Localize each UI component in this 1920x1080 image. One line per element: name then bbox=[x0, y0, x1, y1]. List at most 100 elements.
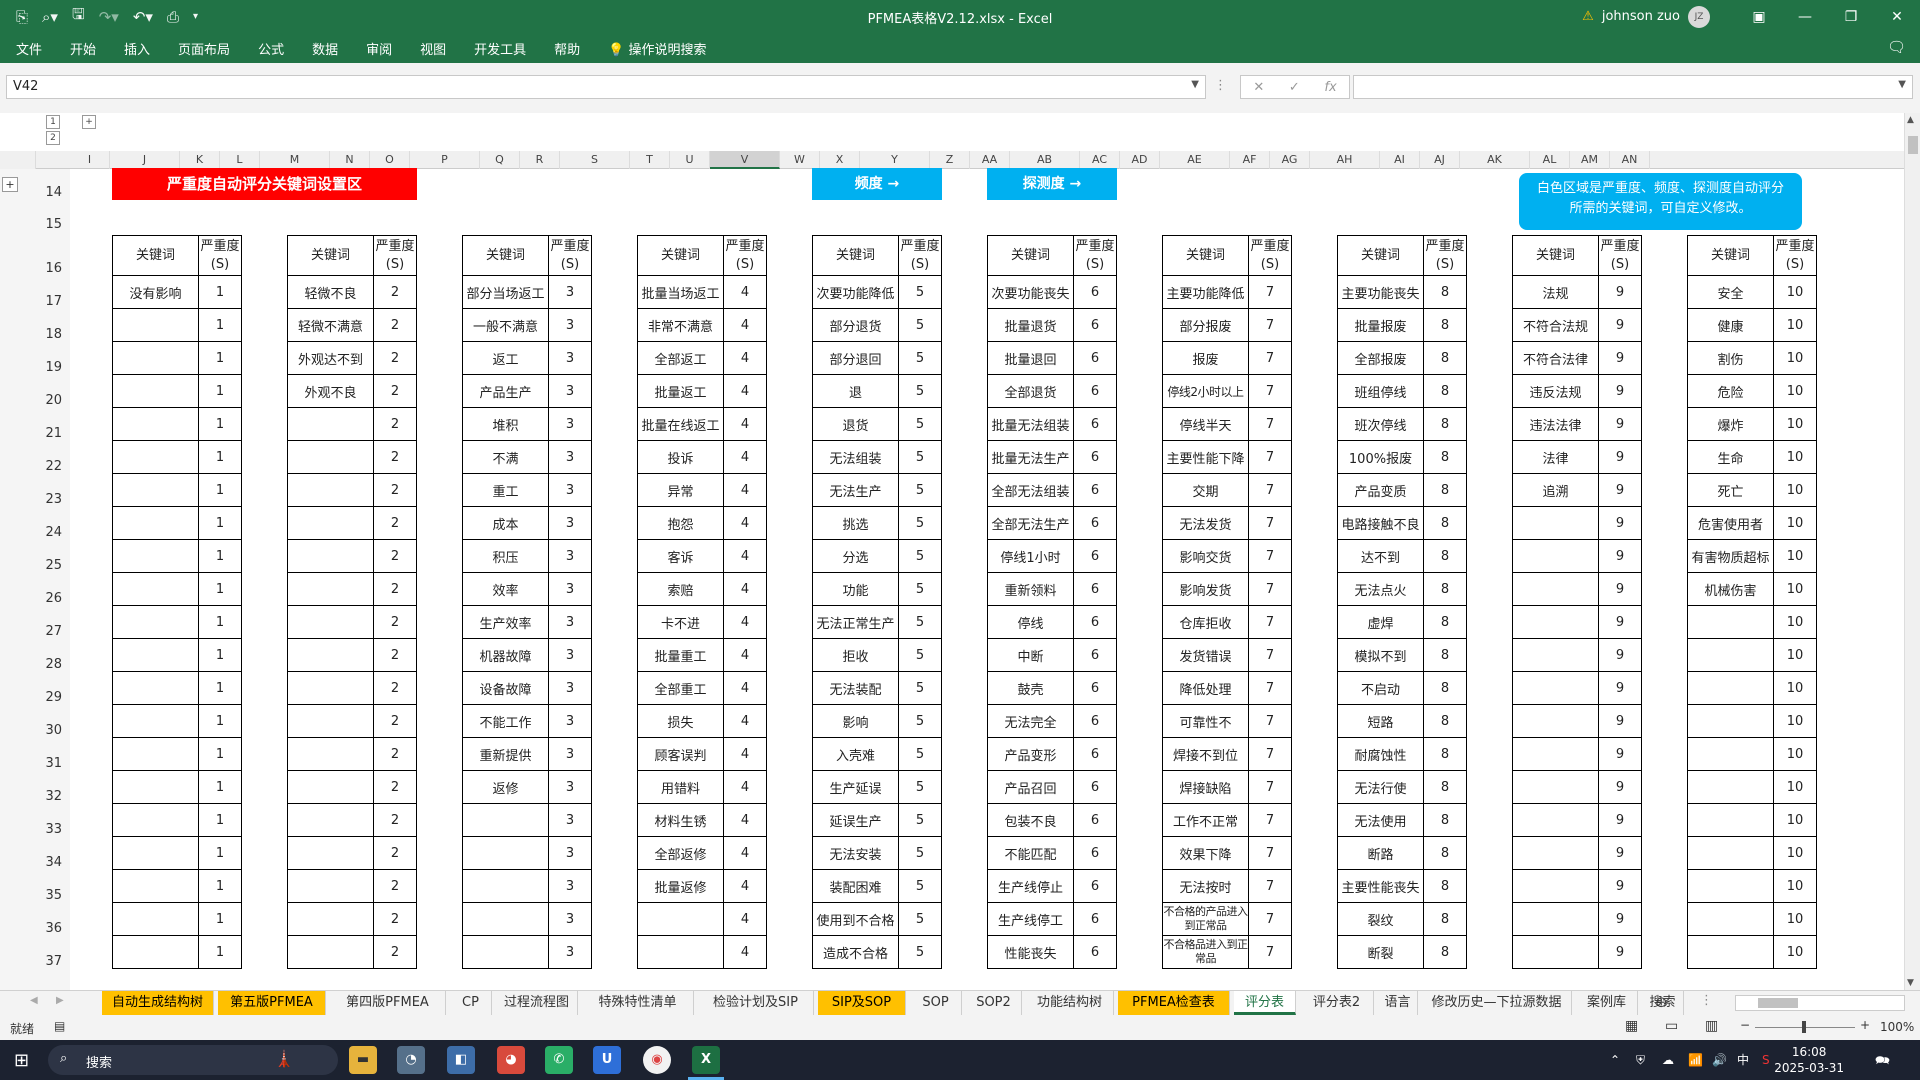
chrome-icon[interactable]: ◉ bbox=[643, 1046, 671, 1074]
keyword-cell[interactable]: 死亡 bbox=[1687, 473, 1774, 507]
severity-cell[interactable]: 6 bbox=[1073, 803, 1117, 837]
keyword-cell[interactable] bbox=[1512, 638, 1599, 672]
keyword-cell[interactable] bbox=[287, 605, 374, 639]
file-explorer-icon[interactable]: ▬ bbox=[349, 1046, 377, 1074]
keyword-cell[interactable] bbox=[112, 440, 199, 474]
column-header[interactable]: I bbox=[70, 151, 110, 169]
keyword-cell[interactable] bbox=[287, 836, 374, 870]
sheet-tab[interactable]: 评分表2 bbox=[1300, 991, 1374, 1015]
severity-cell[interactable]: 2 bbox=[373, 770, 417, 804]
severity-cell[interactable]: 3 bbox=[548, 803, 592, 837]
column-header[interactable]: J bbox=[110, 151, 180, 169]
keyword-cell[interactable]: 停线1小时 bbox=[987, 539, 1074, 573]
column-header[interactable]: N bbox=[330, 151, 370, 169]
severity-cell[interactable]: 8 bbox=[1423, 869, 1467, 903]
row-header[interactable]: 23 bbox=[24, 492, 70, 507]
keyword-cell[interactable]: 包装不良 bbox=[987, 803, 1074, 837]
severity-cell[interactable]: 1 bbox=[198, 440, 242, 474]
severity-cell[interactable]: 1 bbox=[198, 275, 242, 309]
keyword-cell[interactable] bbox=[1687, 671, 1774, 705]
keyword-cell[interactable] bbox=[112, 935, 199, 969]
row-header[interactable]: 37 bbox=[24, 954, 70, 969]
minimize-icon[interactable]: — bbox=[1782, 9, 1828, 25]
keyword-header[interactable]: 关键词 bbox=[1512, 235, 1599, 276]
severity-cell[interactable]: 2 bbox=[373, 737, 417, 771]
row-header[interactable]: 14 bbox=[24, 185, 70, 200]
severity-cell[interactable]: 9 bbox=[1598, 803, 1642, 837]
keyword-cell[interactable]: 抱怨 bbox=[637, 506, 724, 540]
keyword-cell[interactable]: 产品生产 bbox=[462, 374, 549, 408]
severity-cell[interactable]: 4 bbox=[723, 440, 767, 474]
column-header[interactable]: AG bbox=[1270, 151, 1310, 169]
severity-cell[interactable]: 10 bbox=[1773, 902, 1817, 936]
cloud-icon[interactable]: ☁ bbox=[1662, 1040, 1674, 1080]
row-header[interactable]: 28 bbox=[24, 657, 70, 672]
severity-cell[interactable]: 8 bbox=[1423, 308, 1467, 342]
tab-developer[interactable]: 开发工具 bbox=[474, 39, 526, 58]
keyword-cell[interactable]: 报废 bbox=[1162, 341, 1249, 375]
column-header[interactable]: AN bbox=[1610, 151, 1650, 169]
severity-cell[interactable]: 5 bbox=[898, 704, 942, 738]
keyword-cell[interactable]: 次要功能丧失 bbox=[987, 275, 1074, 309]
keyword-cell[interactable]: 工作不正常 bbox=[1162, 803, 1249, 837]
severity-cell[interactable]: 9 bbox=[1598, 407, 1642, 441]
keyword-cell[interactable] bbox=[1687, 803, 1774, 837]
keyword-cell[interactable]: 异常 bbox=[637, 473, 724, 507]
severity-cell[interactable]: 8 bbox=[1423, 440, 1467, 474]
restore-icon[interactable]: ❐ bbox=[1828, 9, 1874, 25]
severity-cell[interactable]: 3 bbox=[548, 902, 592, 936]
severity-cell[interactable]: 9 bbox=[1598, 836, 1642, 870]
severity-cell[interactable]: 2 bbox=[373, 803, 417, 837]
severity-cell[interactable]: 4 bbox=[723, 671, 767, 705]
keyword-cell[interactable] bbox=[287, 671, 374, 705]
severity-cell[interactable]: 4 bbox=[723, 473, 767, 507]
keyword-cell[interactable] bbox=[112, 572, 199, 606]
severity-cell[interactable]: 9 bbox=[1598, 539, 1642, 573]
keyword-cell[interactable] bbox=[1512, 605, 1599, 639]
zoom-out-icon[interactable]: − bbox=[1740, 1018, 1750, 1032]
sheet-tab[interactable]: 案例库 bbox=[1576, 991, 1638, 1015]
keyword-cell[interactable]: 法规 bbox=[1512, 275, 1599, 309]
severity-cell[interactable]: 2 bbox=[373, 704, 417, 738]
column-header[interactable]: W bbox=[780, 151, 820, 169]
app-icon-3[interactable]: ◕ bbox=[497, 1046, 525, 1074]
keyword-cell[interactable]: 分选 bbox=[812, 539, 899, 573]
severity-cell[interactable]: 8 bbox=[1423, 275, 1467, 309]
severity-cell[interactable]: 5 bbox=[898, 902, 942, 936]
severity-cell[interactable]: 1 bbox=[198, 836, 242, 870]
keyword-cell[interactable]: 全部无法组装 bbox=[987, 473, 1074, 507]
severity-cell[interactable]: 4 bbox=[723, 902, 767, 936]
severity-cell[interactable]: 9 bbox=[1598, 869, 1642, 903]
keyword-cell[interactable] bbox=[1512, 671, 1599, 705]
severity-cell[interactable]: 2 bbox=[373, 308, 417, 342]
sheet-tab[interactable]: 第四版PFMEA bbox=[330, 991, 446, 1015]
next-sheet-icon[interactable]: ▶ bbox=[56, 995, 64, 1006]
keyword-cell[interactable]: 主要功能丧失 bbox=[1337, 275, 1424, 309]
keyword-cell[interactable] bbox=[112, 506, 199, 540]
severity-header[interactable]: 严重度(S) bbox=[1598, 235, 1642, 276]
column-header[interactable]: AE bbox=[1160, 151, 1230, 169]
severity-cell[interactable]: 7 bbox=[1248, 704, 1292, 738]
keyword-cell[interactable]: 装配困难 bbox=[812, 869, 899, 903]
severity-cell[interactable]: 8 bbox=[1423, 374, 1467, 408]
keyword-cell[interactable]: 生产效率 bbox=[462, 605, 549, 639]
severity-cell[interactable]: 7 bbox=[1248, 440, 1292, 474]
severity-cell[interactable]: 2 bbox=[373, 638, 417, 672]
keyword-cell[interactable]: 批量无法组装 bbox=[987, 407, 1074, 441]
row-header[interactable]: 32 bbox=[24, 789, 70, 804]
keyword-cell[interactable]: 违法法律 bbox=[1512, 407, 1599, 441]
column-header[interactable]: U bbox=[670, 151, 710, 169]
keyword-cell[interactable] bbox=[1687, 605, 1774, 639]
severity-cell[interactable]: 10 bbox=[1773, 704, 1817, 738]
severity-cell[interactable]: 6 bbox=[1073, 440, 1117, 474]
severity-cell[interactable]: 6 bbox=[1073, 902, 1117, 936]
keyword-cell[interactable]: 全部报废 bbox=[1337, 341, 1424, 375]
severity-header[interactable]: 严重度(S) bbox=[198, 235, 242, 276]
column-header[interactable]: AM bbox=[1570, 151, 1610, 169]
severity-cell[interactable]: 3 bbox=[548, 539, 592, 573]
sheet-tab[interactable]: 检验计划及SIP bbox=[698, 991, 814, 1015]
row-header[interactable]: 29 bbox=[24, 690, 70, 705]
severity-cell[interactable]: 10 bbox=[1773, 638, 1817, 672]
keyword-cell[interactable]: 返修 bbox=[462, 770, 549, 804]
severity-cell[interactable]: 5 bbox=[898, 737, 942, 771]
